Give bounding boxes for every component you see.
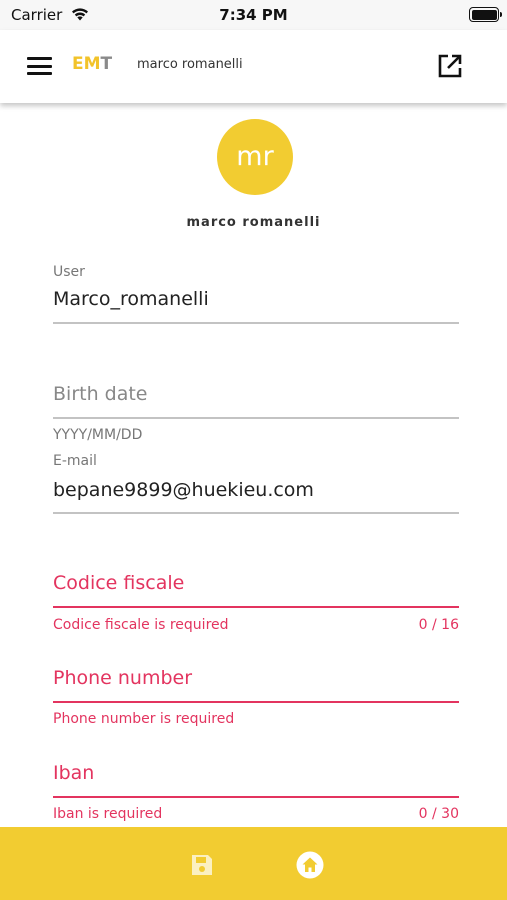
email-field-underline	[53, 512, 459, 514]
battery-icon	[469, 7, 502, 22]
bottom-bar	[0, 827, 507, 900]
logo-letter-t: T	[100, 54, 113, 74]
open-in-new-icon[interactable]	[437, 53, 463, 79]
iban-underline	[53, 796, 459, 798]
birth-date-hint: YYYY/MM/DD	[53, 427, 143, 443]
logo-letter-m: M	[83, 54, 101, 74]
app-bar: EMT marco romanelli	[0, 30, 507, 103]
iban-counter: 0 / 30	[418, 806, 459, 822]
save-icon[interactable]	[189, 852, 215, 878]
home-icon[interactable]	[296, 851, 324, 879]
status-time: 7:34 PM	[219, 6, 288, 24]
birth-date-underline	[53, 417, 459, 419]
logo-letter-e: E	[72, 54, 84, 74]
codice-fiscale-error: Codice fiscale is required	[53, 617, 229, 633]
iban-error: Iban is required	[53, 806, 163, 822]
menu-icon[interactable]	[27, 57, 52, 75]
codice-fiscale-field[interactable]: Codice fiscale	[53, 572, 184, 594]
avatar[interactable]: mr	[217, 119, 293, 195]
user-field-label: User	[53, 264, 85, 280]
profile-name: marco romanelli	[186, 215, 321, 230]
status-bar: Carrier 7:34 PM	[0, 0, 507, 30]
codice-fiscale-counter: 0 / 16	[418, 617, 459, 633]
email-field[interactable]: bepane9899@huekieu.com	[53, 479, 314, 501]
email-field-label: E-mail	[53, 453, 97, 469]
birth-date-field[interactable]: Birth date	[53, 383, 148, 405]
user-field[interactable]: Marco_romanelli	[53, 288, 209, 310]
phone-number-error: Phone number is required	[53, 711, 235, 727]
phone-number-underline	[53, 701, 459, 703]
app-logo: EMT	[72, 53, 112, 75]
phone-number-field[interactable]: Phone number	[53, 667, 192, 689]
codice-fiscale-underline	[53, 606, 459, 608]
iban-field[interactable]: Iban	[53, 762, 94, 784]
app-bar-user-name: marco romanelli	[137, 57, 243, 72]
user-field-underline	[53, 322, 459, 324]
